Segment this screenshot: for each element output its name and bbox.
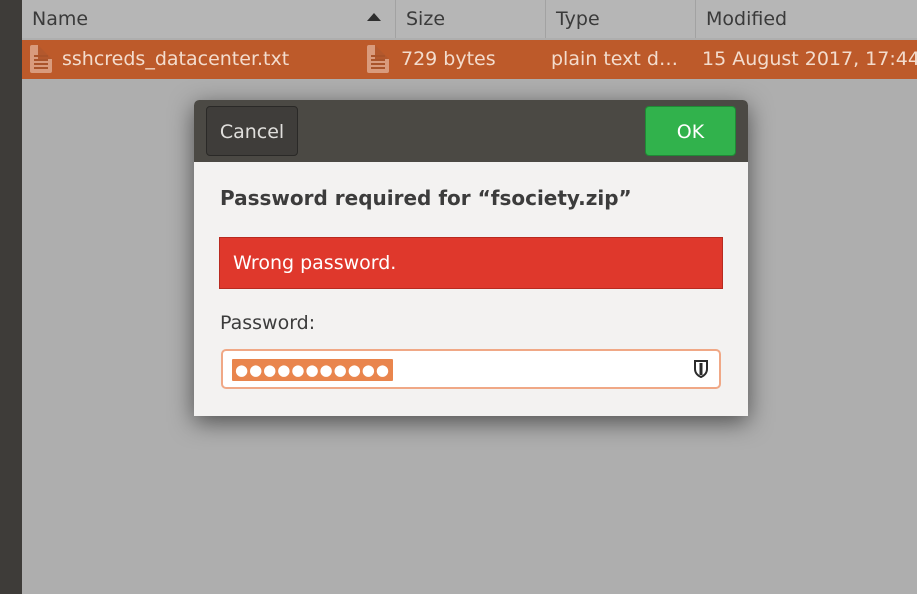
ok-button[interactable]: OK [645,106,736,156]
column-header-modified[interactable]: Modified [696,0,917,38]
file-row[interactable]: sshcreds_datacenter.txt 729 bytes plain … [22,40,917,79]
window-edge [0,0,22,594]
text-file-icon [30,45,52,73]
file-size: 729 bytes [401,48,496,70]
dialog-title: Password required for “fsociety.zip” [220,186,632,210]
column-header-name-label: Name [32,8,89,30]
column-header-size[interactable]: Size [396,0,546,38]
password-field[interactable]: ●●●●●●●●●●● [221,349,721,389]
password-value: ●●●●●●●●●●● [232,359,393,381]
file-type: plain text d… [551,48,678,70]
file-name: sshcreds_datacenter.txt [62,48,290,70]
cancel-button[interactable]: Cancel [206,106,298,156]
sort-ascending-icon [367,13,381,21]
column-header-size-label: Size [406,8,446,30]
password-dialog: Cancel OK Password required for “fsociet… [194,100,748,416]
shield-icon[interactable] [694,360,708,378]
text-file-icon [367,45,389,73]
dialog-header-bar: Cancel OK [194,100,748,162]
column-header-name[interactable]: Name [22,0,396,38]
file-modified: 15 August 2017, 17:44 [702,48,917,70]
password-label: Password: [220,312,316,334]
error-message: Wrong password. [219,237,723,289]
column-header-type[interactable]: Type [546,0,696,38]
column-header-type-label: Type [556,8,600,30]
column-header-bar: Name Size Type Modified [22,0,917,38]
column-header-modified-label: Modified [706,8,788,30]
